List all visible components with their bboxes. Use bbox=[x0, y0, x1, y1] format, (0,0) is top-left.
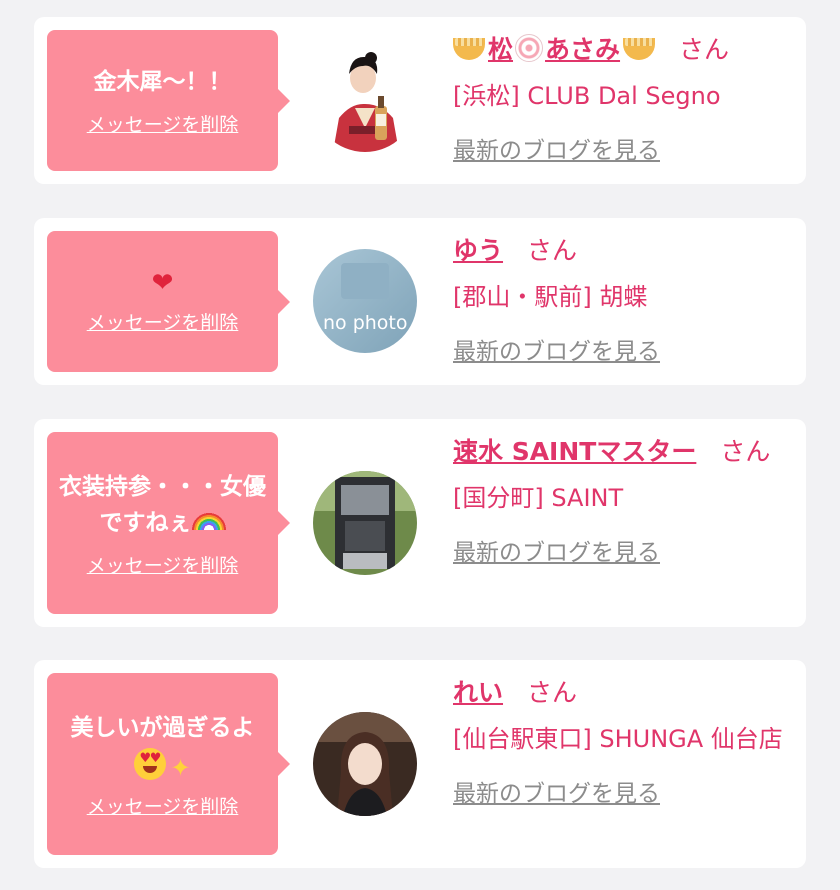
sender-name-line: ゆう さん bbox=[453, 230, 786, 272]
message-bubble: ❤ メッセージを削除 bbox=[47, 231, 278, 372]
sparkles-emoji-icon: ✦ bbox=[170, 753, 191, 782]
sender-name: 松 bbox=[488, 35, 514, 64]
sender-name-line: 速水 SAINTマスター さん bbox=[453, 431, 786, 473]
delete-message-link[interactable]: メッセージを削除 bbox=[87, 551, 239, 578]
ramen-icon bbox=[623, 38, 656, 60]
message-card: 金木犀〜！！ メッセージを削除 松 あさみ さん [浜松] CLUB Dal Seg… bbox=[34, 17, 806, 184]
sender-name-line: 松 あさみ さん bbox=[453, 29, 786, 71]
san-suffix: さん bbox=[527, 236, 578, 265]
delete-message-link[interactable]: メッセージを削除 bbox=[87, 308, 239, 335]
message-emoji-row: ✦ bbox=[134, 747, 191, 782]
no-photo-placeholder-icon: no photo bbox=[313, 249, 417, 353]
avatar[interactable] bbox=[313, 712, 417, 816]
message-card: 衣装持参・・・女優ですねぇ メッセージを削除 速水 SAINTマスター さん [国… bbox=[34, 419, 806, 627]
sender-name-rest: あさみ bbox=[545, 35, 621, 64]
message-card: 美しいが過ぎるよ ✦ メッセージを削除 れいさん [仙台駅東口] SHUNGA … bbox=[34, 660, 806, 868]
message-text-content: 衣装持参・・・女優ですねぇ bbox=[59, 473, 266, 536]
sender-name-link[interactable]: ゆう bbox=[453, 236, 503, 265]
sender-info: 松 あさみ さん [浜松] CLUB Dal Segno 最新のブログを見る bbox=[453, 29, 786, 165]
sender-info: 速水 SAINTマスター さん [国分町] SAINT 最新のブログを見る bbox=[453, 431, 786, 567]
message-text: 美しいが過ぎるよ bbox=[70, 714, 255, 741]
delete-message-link[interactable]: メッセージを削除 bbox=[87, 110, 239, 137]
message-card: ❤ メッセージを削除 no photo ゆう さん [郡山・駅前] 胡蝶 最新の… bbox=[34, 218, 806, 385]
san-suffix: さん bbox=[527, 678, 578, 707]
delete-message-link[interactable]: メッセージを削除 bbox=[87, 792, 239, 819]
message-text: 衣装持参・・・女優ですねぇ bbox=[57, 469, 268, 541]
latest-blog-link[interactable]: 最新のブログを見る bbox=[453, 533, 660, 567]
heart-eyes-emoji-icon bbox=[134, 747, 167, 780]
message-bubble: 衣装持参・・・女優ですねぇ メッセージを削除 bbox=[47, 432, 278, 614]
avatar[interactable] bbox=[313, 48, 417, 152]
ramen-icon bbox=[453, 38, 485, 60]
rainbow-emoji-icon bbox=[191, 511, 226, 530]
sender-name-line: れい さん bbox=[453, 672, 786, 714]
sender-info: れい さん [仙台駅東口] SHUNGA 仙台店 最新のブログを見る bbox=[453, 672, 786, 808]
no-photo-text: no photo bbox=[323, 312, 408, 334]
sender-name-link[interactable]: れい bbox=[453, 678, 503, 707]
san-suffix: さん bbox=[679, 35, 730, 64]
area-shop: [仙台駅東口] SHUNGA 仙台店 bbox=[453, 725, 783, 753]
avatar[interactable]: no photo bbox=[313, 249, 417, 353]
latest-blog-link[interactable]: 最新のブログを見る bbox=[453, 131, 660, 165]
sender-name-link[interactable]: 松 あさみ bbox=[453, 34, 656, 64]
woman-portrait-photo-icon bbox=[313, 712, 417, 816]
naruto-icon bbox=[515, 34, 544, 62]
latest-blog-link[interactable]: 最新のブログを見る bbox=[453, 332, 660, 366]
message-bubble: 美しいが過ぎるよ ✦ メッセージを削除 bbox=[47, 673, 278, 855]
avatar[interactable] bbox=[313, 471, 417, 575]
heart-emoji-icon: ❤ bbox=[151, 268, 174, 298]
latest-blog-link[interactable]: 最新のブログを見る bbox=[453, 774, 660, 808]
san-suffix: さん bbox=[720, 437, 771, 466]
message-text: 金木犀〜！！ bbox=[93, 69, 232, 95]
area-shop: [郡山・駅前] 胡蝶 bbox=[453, 283, 648, 311]
area-shop: [浜松] CLUB Dal Segno bbox=[453, 82, 721, 110]
kimono-woman-with-bottle-photo bbox=[313, 48, 417, 152]
message-bubble: 金木犀〜！！ メッセージを削除 bbox=[47, 30, 278, 171]
area-shop: [国分町] SAINT bbox=[453, 484, 624, 512]
van-interior-photo-icon bbox=[313, 471, 417, 575]
message-list: 金木犀〜！！ メッセージを削除 松あさみ さん [浜松] CLUB Dal Seg… bbox=[0, 0, 840, 890]
sender-info: ゆう さん [郡山・駅前] 胡蝶 最新のブログを見る bbox=[453, 230, 786, 366]
sender-name-link[interactable]: 速水 SAINTマスター bbox=[453, 437, 696, 466]
